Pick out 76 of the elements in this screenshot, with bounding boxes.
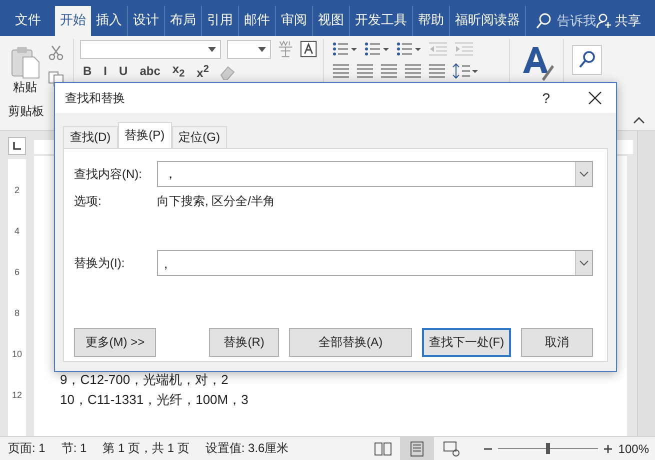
close-icon[interactable] bbox=[588, 91, 602, 105]
status-text: 第 1 页，共 1 页 bbox=[102, 440, 190, 457]
dialog-button[interactable]: 替换(R) bbox=[208, 328, 280, 357]
tell-me-label: 告诉我 bbox=[557, 12, 596, 30]
dialog-button[interactable]: 取消 bbox=[520, 328, 593, 357]
dropdown-caret-icon[interactable] bbox=[579, 171, 589, 177]
dialog-button[interactable]: 更多(M) >> bbox=[74, 328, 156, 357]
ruler-number: 2 bbox=[14, 184, 20, 195]
format-button[interactable]: x$^{2}$ bbox=[194, 62, 212, 82]
dropdown-caret-icon[interactable] bbox=[579, 260, 589, 266]
field-label: 替换为(I): bbox=[74, 254, 126, 272]
format-button[interactable]: U bbox=[116, 64, 131, 80]
tab-selector[interactable] bbox=[8, 137, 26, 155]
status-text: 设置值: 3.6厘米 bbox=[205, 440, 289, 457]
format-button[interactable]: x$_{2}$ bbox=[169, 62, 188, 82]
dialog-tab[interactable]: 替换(P) bbox=[118, 122, 172, 148]
ruler-number: 8 bbox=[14, 308, 20, 318]
font-size-field[interactable] bbox=[226, 40, 271, 58]
character-border-icon[interactable] bbox=[300, 40, 317, 58]
paste-label[interactable]: 粘贴 bbox=[12, 79, 37, 96]
document-text: 9，C12-700，光端机，对，2 bbox=[60, 371, 230, 389]
share-button[interactable]: 共享 bbox=[596, 6, 655, 36]
justify-icon[interactable] bbox=[404, 64, 422, 78]
dialog-tab[interactable]: 查找(D) bbox=[63, 126, 118, 148]
text-field[interactable]: , bbox=[157, 250, 593, 276]
options-label: 选项: bbox=[74, 193, 102, 210]
caret-icon[interactable] bbox=[208, 46, 216, 52]
clipboard-group-label: 剪贴板 bbox=[8, 103, 45, 120]
page-layout-icon bbox=[408, 440, 426, 458]
format-button[interactable]: abc bbox=[136, 64, 164, 80]
zoom-slider-thumb[interactable] bbox=[546, 443, 550, 454]
bullets-icon[interactable] bbox=[332, 41, 358, 57]
scissors-icon[interactable] bbox=[48, 45, 64, 61]
dialog-title: 查找和替换 bbox=[65, 90, 126, 106]
dialog-button[interactable]: 查找下一处(F) bbox=[422, 328, 511, 357]
font-name-field[interactable] bbox=[80, 40, 221, 58]
field-label: 查找内容(N): bbox=[74, 166, 143, 182]
align-right-icon[interactable] bbox=[380, 64, 398, 78]
line-spacing-icon[interactable] bbox=[452, 63, 478, 79]
document-text: 10，C11-1331，光纤，100M，3 bbox=[60, 391, 250, 409]
ruler-number: 10 bbox=[12, 349, 22, 360]
scrollbar[interactable] bbox=[637, 131, 655, 436]
format-button[interactable]: B bbox=[80, 64, 95, 80]
person-icon[interactable] bbox=[596, 13, 612, 29]
collapse-ribbon-icon[interactable] bbox=[633, 116, 645, 124]
zoom-percentage[interactable]: 100% bbox=[618, 442, 649, 456]
tell-me-search[interactable]: 告诉我 bbox=[526, 6, 596, 36]
book-icon bbox=[374, 440, 392, 458]
web-layout-icon bbox=[442, 440, 460, 458]
align-center-icon[interactable] bbox=[356, 64, 374, 78]
options-value: 向下搜索, 区分全/半角 bbox=[157, 193, 276, 210]
search-icon[interactable] bbox=[536, 13, 552, 29]
phonetic-guide-icon[interactable] bbox=[276, 39, 294, 59]
dialog-tab[interactable]: 定位(G) bbox=[172, 126, 227, 148]
numbering-icon[interactable] bbox=[364, 41, 390, 57]
ruler-number: 4 bbox=[14, 226, 20, 236]
clipboard-icon[interactable] bbox=[10, 45, 40, 79]
ribbon-tab[interactable]: 文件 bbox=[10, 6, 55, 36]
ruler-number: 12 bbox=[12, 390, 22, 400]
zoom-in-icon[interactable] bbox=[604, 444, 612, 452]
dialog-button[interactable]: 全部替换(A) bbox=[289, 328, 412, 357]
view-button[interactable] bbox=[400, 437, 434, 460]
status-text: 页面: 1 bbox=[8, 440, 46, 457]
help-button[interactable]: ? bbox=[542, 90, 550, 106]
text-field[interactable]: ， bbox=[157, 161, 593, 187]
format-button[interactable]: I bbox=[100, 64, 110, 80]
tab-stop-icon bbox=[12, 141, 22, 151]
share-label: 共享 bbox=[615, 12, 641, 30]
find-icon[interactable] bbox=[572, 45, 602, 75]
ribbon-tab[interactable]: 开始 bbox=[55, 6, 91, 36]
distributed-icon[interactable] bbox=[428, 64, 446, 78]
status-text: 节: 1 bbox=[61, 440, 87, 457]
caret-icon[interactable] bbox=[258, 46, 266, 52]
align-left-icon[interactable] bbox=[332, 64, 350, 78]
ruler-number: 6 bbox=[14, 266, 20, 277]
multilevel-list-icon[interactable] bbox=[396, 41, 422, 57]
